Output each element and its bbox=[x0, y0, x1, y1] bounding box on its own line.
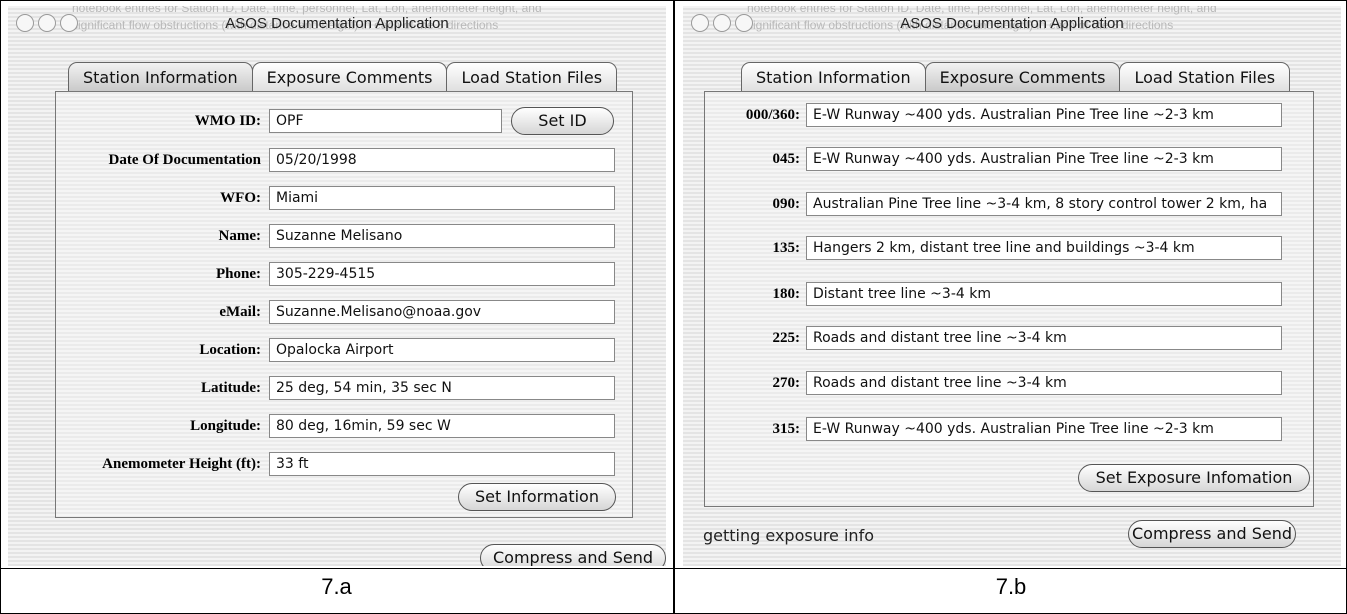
set-id-button[interactable]: Set ID bbox=[511, 107, 614, 135]
exposure-field-090[interactable]: Australian Pine Tree line ~3-4 km, 8 sto… bbox=[806, 192, 1282, 216]
latitude-field[interactable]: 25 deg, 54 min, 35 sec N bbox=[269, 376, 615, 400]
name-field[interactable]: Suzanne Melisano bbox=[269, 224, 615, 248]
exposure-field-180[interactable]: Distant tree line ~3-4 km bbox=[806, 282, 1282, 306]
longitude-field[interactable]: 80 deg, 16min, 59 sec W bbox=[269, 414, 615, 438]
exposure-field-270[interactable]: Roads and distant tree line ~3-4 km bbox=[806, 371, 1282, 395]
tab-exposure-comments[interactable]: Exposure Comments bbox=[251, 62, 448, 92]
compress-and-send-button[interactable]: Compress and Send bbox=[1128, 520, 1296, 548]
anemometer-height-field[interactable]: 33 ft bbox=[269, 452, 615, 476]
exposure-label-315: 315: bbox=[772, 420, 801, 437]
set-exposure-information-button[interactable]: Set Exposure Infomation bbox=[1078, 464, 1310, 492]
caption-divider-b bbox=[675, 568, 1347, 569]
location-field[interactable]: Opalocka Airport bbox=[269, 338, 615, 362]
date-field[interactable]: 05/20/1998 bbox=[269, 148, 615, 172]
phone-label: Phone: bbox=[216, 265, 261, 282]
exposure-label-135: 135: bbox=[772, 239, 801, 256]
tab-bar: Station Information Exposure Comments Lo… bbox=[741, 62, 1291, 92]
exposure-field-045[interactable]: E-W Runway ~400 yds. Australian Pine Tre… bbox=[806, 147, 1282, 171]
caption-7a: 7.a bbox=[321, 574, 352, 599]
exposure-field-315[interactable]: E-W Runway ~400 yds. Australian Pine Tre… bbox=[806, 417, 1282, 441]
email-label: eMail: bbox=[219, 303, 261, 320]
caption-divider-a bbox=[0, 568, 673, 569]
location-label: Location: bbox=[199, 341, 261, 358]
wmo-id-field[interactable]: OPF bbox=[269, 109, 502, 133]
exposure-label-000: 000/360: bbox=[745, 106, 800, 123]
window-station-information: notebook entries for Station ID, Date, t… bbox=[8, 6, 666, 566]
title-bar: notebook entries for Station ID, Date, t… bbox=[8, 6, 666, 32]
exposure-label-270: 270: bbox=[772, 374, 801, 391]
background-text-line1: notebook entries for Station ID, Date, t… bbox=[747, 6, 1217, 15]
name-label: Name: bbox=[218, 227, 261, 244]
set-information-button[interactable]: Set Information bbox=[458, 483, 616, 511]
tab-exposure-comments[interactable]: Exposure Comments bbox=[924, 62, 1121, 92]
tab-station-information[interactable]: Station Information bbox=[68, 62, 253, 92]
email-field[interactable]: Suzanne.Melisano@noaa.gov bbox=[269, 300, 615, 324]
window-exposure-comments: notebook entries for Station ID, Date, t… bbox=[683, 6, 1341, 566]
tab-bar: Station Information Exposure Comments Lo… bbox=[68, 62, 618, 92]
latitude-label: Latitude: bbox=[201, 379, 261, 396]
background-text-line1: notebook entries for Station ID, Date, t… bbox=[72, 6, 542, 15]
wfo-field[interactable]: Miami bbox=[269, 186, 615, 210]
exposure-label-090: 090: bbox=[772, 195, 801, 212]
wmo-id-label: WMO ID: bbox=[194, 112, 261, 129]
exposure-field-135[interactable]: Hangers 2 km, distant tree line and buil… bbox=[806, 236, 1282, 260]
title-bar: notebook entries for Station ID, Date, t… bbox=[683, 6, 1341, 32]
tab-load-station-files[interactable]: Load Station Files bbox=[1119, 62, 1291, 92]
longitude-label: Longitude: bbox=[190, 417, 261, 434]
exposure-label-180: 180: bbox=[772, 285, 801, 302]
phone-field[interactable]: 305-229-4515 bbox=[269, 262, 615, 286]
exposure-field-225[interactable]: Roads and distant tree line ~3-4 km bbox=[806, 326, 1282, 350]
window-title: ASOS Documentation Application bbox=[900, 15, 1124, 32]
tab-station-information[interactable]: Station Information bbox=[741, 62, 926, 92]
status-text: getting exposure info bbox=[703, 526, 874, 545]
exposure-label-225: 225: bbox=[772, 329, 801, 346]
window-title: ASOS Documentation Application bbox=[225, 15, 449, 32]
compress-and-send-button[interactable]: Compress and Send bbox=[480, 544, 666, 566]
panel-divider bbox=[673, 0, 675, 614]
caption-7b: 7.b bbox=[995, 574, 1027, 599]
date-label: Date Of Documentation bbox=[108, 151, 261, 168]
wfo-label: WFO: bbox=[220, 189, 261, 206]
anemometer-height-label: Anemometer Height (ft): bbox=[102, 455, 261, 472]
exposure-field-000[interactable]: E-W Runway ~400 yds. Australian Pine Tre… bbox=[806, 103, 1282, 127]
exposure-label-045: 045: bbox=[772, 150, 801, 167]
tab-load-station-files[interactable]: Load Station Files bbox=[446, 62, 618, 92]
